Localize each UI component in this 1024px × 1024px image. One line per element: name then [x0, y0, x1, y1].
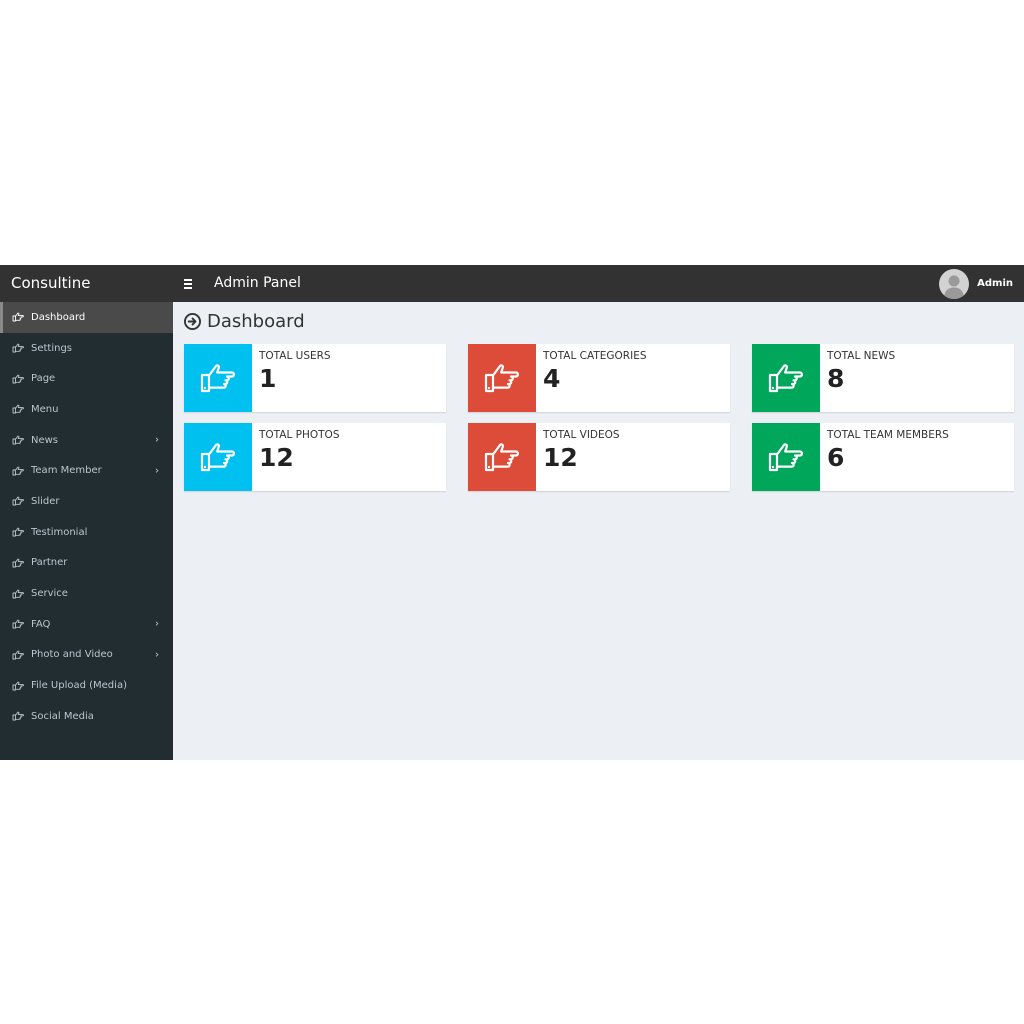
sidebar-item-label: Photo and Video	[31, 649, 113, 661]
sidebar-item-label: File Upload (Media)	[31, 680, 127, 692]
sidebar-item-social-media[interactable]: Social Media	[0, 701, 173, 732]
sidebar-nav: Dashboard Settings Page Menu News › Team Membe…	[0, 302, 173, 732]
hand-point-right-icon	[12, 466, 24, 476]
brand-logo[interactable]: Consultine	[0, 265, 173, 302]
hand-point-right-icon	[12, 711, 24, 721]
sidebar-item-label: Team Member	[31, 465, 102, 477]
stat-box-total-photos: TOTAL PHOTOS 12	[184, 423, 446, 491]
sidebar-item-label: Settings	[31, 342, 73, 354]
sidebar-item-slider[interactable]: Slider	[0, 486, 173, 517]
hand-point-right-icon	[12, 374, 24, 384]
thumbs-up-icon	[752, 344, 820, 412]
hand-point-right-icon	[12, 681, 24, 691]
sidebar-item-label: News	[31, 434, 59, 446]
chevron-right-icon: ›	[155, 434, 159, 446]
hand-point-right-icon	[12, 496, 24, 506]
thumbs-up-icon	[752, 423, 820, 491]
page-header: Dashboard	[184, 311, 305, 332]
admin-app: Consultine Admin Panel Admin Dashboard Se…	[0, 265, 1024, 760]
hand-point-right-icon	[12, 650, 24, 660]
sidebar-item-page[interactable]: Page	[0, 363, 173, 394]
stat-box-total-news: TOTAL NEWS 8	[752, 344, 1014, 412]
stat-label: TOTAL VIDEOS	[543, 429, 620, 441]
menu-toggle-icon[interactable]	[180, 265, 196, 302]
sidebar-item-label: Slider	[31, 495, 60, 507]
sidebar-item-label: Social Media	[31, 710, 94, 722]
user-name[interactable]: Admin	[977, 278, 1013, 289]
sidebar-item-label: Menu	[31, 403, 59, 415]
header-title: Admin Panel	[214, 275, 301, 291]
top-header: Consultine Admin Panel Admin	[0, 265, 1024, 302]
arrow-circle-right-icon	[184, 313, 201, 330]
hand-point-right-icon	[12, 527, 24, 537]
stat-value: 8	[827, 364, 845, 393]
hand-point-right-icon	[12, 312, 24, 322]
stat-value: 12	[543, 443, 578, 472]
hand-point-right-icon	[12, 619, 24, 629]
hand-point-right-icon	[12, 589, 24, 599]
chevron-right-icon: ›	[155, 649, 159, 661]
user-menu[interactable]: Admin	[939, 265, 1013, 302]
main-content: Dashboard TOTAL USERS 1 TOTAL CATEGORIES 4 T…	[173, 302, 1024, 760]
stat-label: TOTAL CATEGORIES	[543, 350, 647, 362]
page-title: Dashboard	[207, 311, 305, 332]
sidebar-item-dashboard[interactable]: Dashboard	[0, 302, 173, 333]
hand-point-right-icon	[12, 404, 24, 414]
sidebar-item-faq[interactable]: FAQ ›	[0, 609, 173, 640]
stat-box-total-videos: TOTAL VIDEOS 12	[468, 423, 730, 491]
chevron-right-icon: ›	[155, 465, 159, 477]
chevron-right-icon: ›	[155, 618, 159, 630]
sidebar-item-team-member[interactable]: Team Member ›	[0, 455, 173, 486]
sidebar-item-label: Dashboard	[31, 311, 86, 323]
sidebar-item-file-upload-media[interactable]: File Upload (Media)	[0, 670, 173, 701]
stat-label: TOTAL USERS	[259, 350, 331, 362]
stat-box-total-team-members: TOTAL TEAM MEMBERS 6	[752, 423, 1014, 491]
hand-point-right-icon	[12, 558, 24, 568]
sidebar-item-settings[interactable]: Settings	[0, 333, 173, 364]
stat-value: 12	[259, 443, 294, 472]
stat-label: TOTAL TEAM MEMBERS	[827, 429, 949, 441]
sidebar-item-service[interactable]: Service	[0, 578, 173, 609]
stat-label: TOTAL PHOTOS	[259, 429, 340, 441]
thumbs-up-icon	[184, 344, 252, 412]
sidebar-item-label: Page	[31, 373, 56, 385]
stat-label: TOTAL NEWS	[827, 350, 896, 362]
sidebar-item-partner[interactable]: Partner	[0, 548, 173, 579]
hand-point-right-icon	[12, 343, 24, 353]
sidebar-item-menu[interactable]: Menu	[0, 394, 173, 425]
sidebar-item-label: FAQ	[31, 618, 51, 630]
stat-value: 4	[543, 364, 561, 393]
avatar[interactable]	[939, 268, 970, 299]
stat-box-total-users: TOTAL USERS 1	[184, 344, 446, 412]
sidebar-item-testimonial[interactable]: Testimonial	[0, 517, 173, 548]
sidebar-item-photo-and-video[interactable]: Photo and Video ›	[0, 640, 173, 671]
sidebar-item-news[interactable]: News ›	[0, 425, 173, 456]
stat-value: 1	[259, 364, 277, 393]
sidebar: Dashboard Settings Page Menu News › Team Membe…	[0, 302, 173, 760]
stat-box-total-categories: TOTAL CATEGORIES 4	[468, 344, 730, 412]
hand-point-right-icon	[12, 435, 24, 445]
thumbs-up-icon	[184, 423, 252, 491]
sidebar-item-label: Partner	[31, 557, 68, 569]
thumbs-up-icon	[468, 344, 536, 412]
sidebar-item-label: Testimonial	[31, 526, 88, 538]
thumbs-up-icon	[468, 423, 536, 491]
sidebar-item-label: Service	[31, 588, 68, 600]
stat-value: 6	[827, 443, 845, 472]
